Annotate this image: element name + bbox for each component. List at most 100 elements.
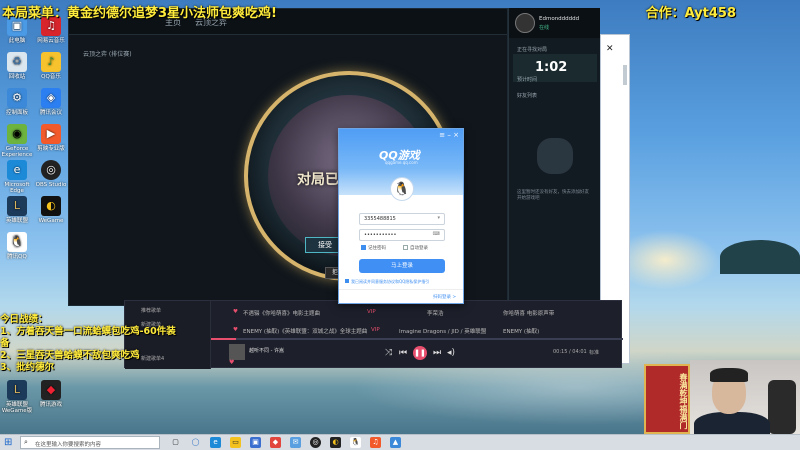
desktop-icon-edge[interactable]: e Microsoft Edge (0, 160, 34, 194)
user-status: 在线 (539, 25, 550, 31)
pause-button[interactable]: ❚❚ (413, 346, 427, 360)
meeting-icon: ◈ (41, 88, 61, 108)
song-row[interactable]: ♥ 不遇辍《你哈萌喜》电影主题曲 VIP 李荣浩 你哈萌喜 电影原声带 (125, 307, 621, 318)
close-icon[interactable]: × (453, 131, 459, 139)
webcam-feed (690, 360, 800, 442)
taskbar-search-input[interactable]: ⌕ 在这里输入你要搜索的内容 (20, 436, 160, 449)
song-row[interactable]: ♥ ENEMY (抽取)《英雄联盟：双城之战》全球主题曲 VIP Imagine… (125, 325, 621, 336)
playback-progress-fill (211, 338, 236, 340)
edge-browser-icon: e (7, 160, 27, 180)
windows-start-icon[interactable]: ⊞ (4, 437, 12, 448)
agreement-text[interactable]: 我已阅读并同意服务协议和QQ隐私保护指引 (345, 279, 459, 284)
today-record-overlay: 今日战绩： 1、方着吞天兽一口流蛤蟆包吃鸡-60件装备 2、三星吞天兽蛤蟆不敌包… (0, 314, 180, 374)
login-button[interactable]: 马上登录 (359, 259, 445, 273)
desktop-icon-tencent-meeting[interactable]: ◈ 腾讯会议 (34, 88, 68, 116)
friends-label: 好友列表 (517, 93, 538, 99)
stream-title-overlay: 本局菜单：黄金约德尔追梦3星小法师包爽吃鸡! 合作：Ayt458 (0, 0, 800, 21)
auto-login-checkbox[interactable]: 自动登录 (403, 245, 428, 251)
keyboard-icon[interactable]: ⌨ (433, 231, 440, 237)
close-icon[interactable]: ✕ (606, 44, 614, 54)
qq-login-dialog[interactable]: ≡ – × QQ游戏 qqgame.qq.com 🐧 3355488815 ▾ … (338, 128, 464, 304)
edge-browser-icon[interactable]: e (210, 437, 221, 448)
cortana-icon[interactable]: ◯ (190, 437, 201, 448)
queue-estimate: 预计时间 (517, 77, 538, 83)
game-mode-subtitle: 云顶之弈 (排位赛) (83, 51, 132, 58)
wallpaper-island (720, 240, 800, 274)
vip-badge: VIP (371, 327, 380, 333)
file-explorer-icon[interactable]: ▭ (230, 437, 241, 448)
social-side-panel: Edmondddddd 在线 正在寻找对局 1:02 预计时间 好友列表 这里暂… (508, 8, 600, 308)
desktop-icon-qq[interactable]: 🐧 腾讯QQ (0, 232, 34, 260)
song-album: 你哈萌喜 电影原声带 (503, 311, 555, 317)
obs-icon[interactable]: ◎ (310, 437, 321, 448)
song-artist: Imagine Dragons / JID / 英雄联盟 (399, 329, 487, 335)
desktop-icon-qq-music[interactable]: ♪ QQ音乐 (34, 52, 68, 80)
playback-progress[interactable] (211, 338, 623, 340)
music-player-window[interactable]: 推荐歌单 新建歌单 新建歌单4 ♥ 不遇辍《你哈萌喜》电影主题曲 VIP 李荣浩… (124, 300, 623, 369)
app-icon[interactable]: ◆ (270, 437, 281, 448)
song-title: 不遇辍《你哈萌喜》电影主题曲 (243, 311, 321, 317)
cooperation-contact: 合作：Ayt458 (645, 6, 736, 21)
desktop-icon-lol-wegame[interactable]: L 英雄联盟WeGame版 (0, 380, 34, 414)
next-icon[interactable]: ⏭ (433, 348, 441, 358)
wegame-icon[interactable]: ◐ (330, 437, 341, 448)
dialog-window-buttons: ≡ – × (439, 131, 459, 139)
desktop-icon-wegame[interactable]: ◐ WeGame (34, 196, 68, 224)
new-year-couplet: 春满乾坤福满门 (644, 364, 690, 434)
tencent-games-icon: ◆ (41, 380, 61, 400)
password-input[interactable]: ••••••••••• ⌨ (359, 229, 445, 241)
desktop-icon-obs[interactable]: ◎ OBS Studio (34, 160, 68, 188)
desktop-icon-control-panel[interactable]: ⚙ 控制面板 (0, 88, 34, 116)
scan-login-link[interactable]: 扫码登录 > (433, 294, 456, 300)
empty-friends-note: 这里暂时还没有好友，快去添加好友开始游戏吧 (517, 190, 589, 201)
qq-penguin-avatar: 🐧 (390, 177, 414, 201)
netease-music-icon[interactable]: ♫ (370, 437, 381, 448)
chevron-down-icon[interactable]: ▾ (437, 215, 440, 221)
store-icon[interactable]: ▣ (250, 437, 261, 448)
game-icon[interactable]: ▲ (390, 437, 401, 448)
desktop-icon-jianying[interactable]: ▶ 剪映专业版 (34, 124, 68, 152)
queue-timer: 1:02 (535, 60, 568, 75)
league-icon: L (7, 380, 27, 400)
like-icon[interactable]: ♥ (229, 359, 234, 366)
empty-friends-illustration (537, 138, 573, 174)
heart-icon[interactable]: ♥ (233, 327, 238, 333)
checkbox-icon (403, 245, 408, 250)
album-art[interactable] (229, 344, 245, 360)
today-record-line: 1、方着吞天兽一口流蛤蟆包吃鸡-60件装备 (0, 326, 176, 349)
windows-taskbar: ⊞ ⌕ 在这里输入你要搜索的内容 ▢ ◯ e ▭ ▣ ◆ ✉ ◎ ◐ 🐧 ♫ ▲ (0, 434, 800, 450)
today-record-line: 2、三星吞天兽蛤蟆不敌包爽吃鸡 (0, 350, 140, 361)
qq-music-icon: ♪ (41, 52, 61, 72)
desktop-icon-geforce[interactable]: ◉ GeForce Experience (0, 124, 34, 158)
desktop-icon-lol[interactable]: L 英雄联盟 (0, 196, 34, 224)
quality-badge[interactable]: 标准 (589, 349, 599, 356)
desktop-icon-recycle-bin[interactable]: ♻ 回收站 (0, 52, 34, 80)
mail-icon[interactable]: ✉ (290, 437, 301, 448)
volume-icon[interactable]: ◂) (447, 348, 455, 358)
current-track: 越听不同 - 许嵩 (249, 348, 284, 354)
recycle-bin-icon: ♻ (7, 52, 27, 72)
menu-announcement: 本局菜单：黄金约德尔追梦3星小法师包爽吃鸡! (2, 6, 277, 21)
remember-password-checkbox[interactable]: 记住密码 (361, 245, 386, 251)
previous-icon[interactable]: ⏮ (399, 348, 407, 358)
qq-game-url: qqgame.qq.com (385, 160, 418, 165)
song-title: ENEMY (抽取)《英雄联盟：双城之战》全球主题曲 (243, 329, 368, 335)
qq-penguin-icon[interactable]: 🐧 (350, 437, 361, 448)
streamer-hair (710, 368, 748, 382)
shuffle-icon[interactable]: ⤨ (385, 348, 392, 358)
desktop-icon-tencent-games[interactable]: ◆ 腾讯游戏 (34, 380, 68, 408)
control-panel-icon: ⚙ (7, 88, 27, 108)
song-artist: 李荣浩 (427, 311, 444, 317)
account-input[interactable]: 3355488815 ▾ (359, 213, 445, 225)
task-view-icon[interactable]: ▢ (170, 437, 181, 448)
browser-scrollbar[interactable] (623, 65, 627, 85)
heart-icon[interactable]: ♥ (233, 309, 238, 315)
menu-icon[interactable]: ≡ (439, 131, 445, 139)
obs-icon: ◎ (41, 160, 61, 180)
queue-label: 正在寻找对局 (517, 47, 548, 53)
minimize-icon[interactable]: – (447, 131, 451, 139)
checkbox-icon (345, 279, 349, 283)
video-editor-icon: ▶ (41, 124, 61, 144)
today-record-heading: 今日战绩： (0, 314, 48, 325)
nvidia-icon: ◉ (7, 124, 27, 144)
